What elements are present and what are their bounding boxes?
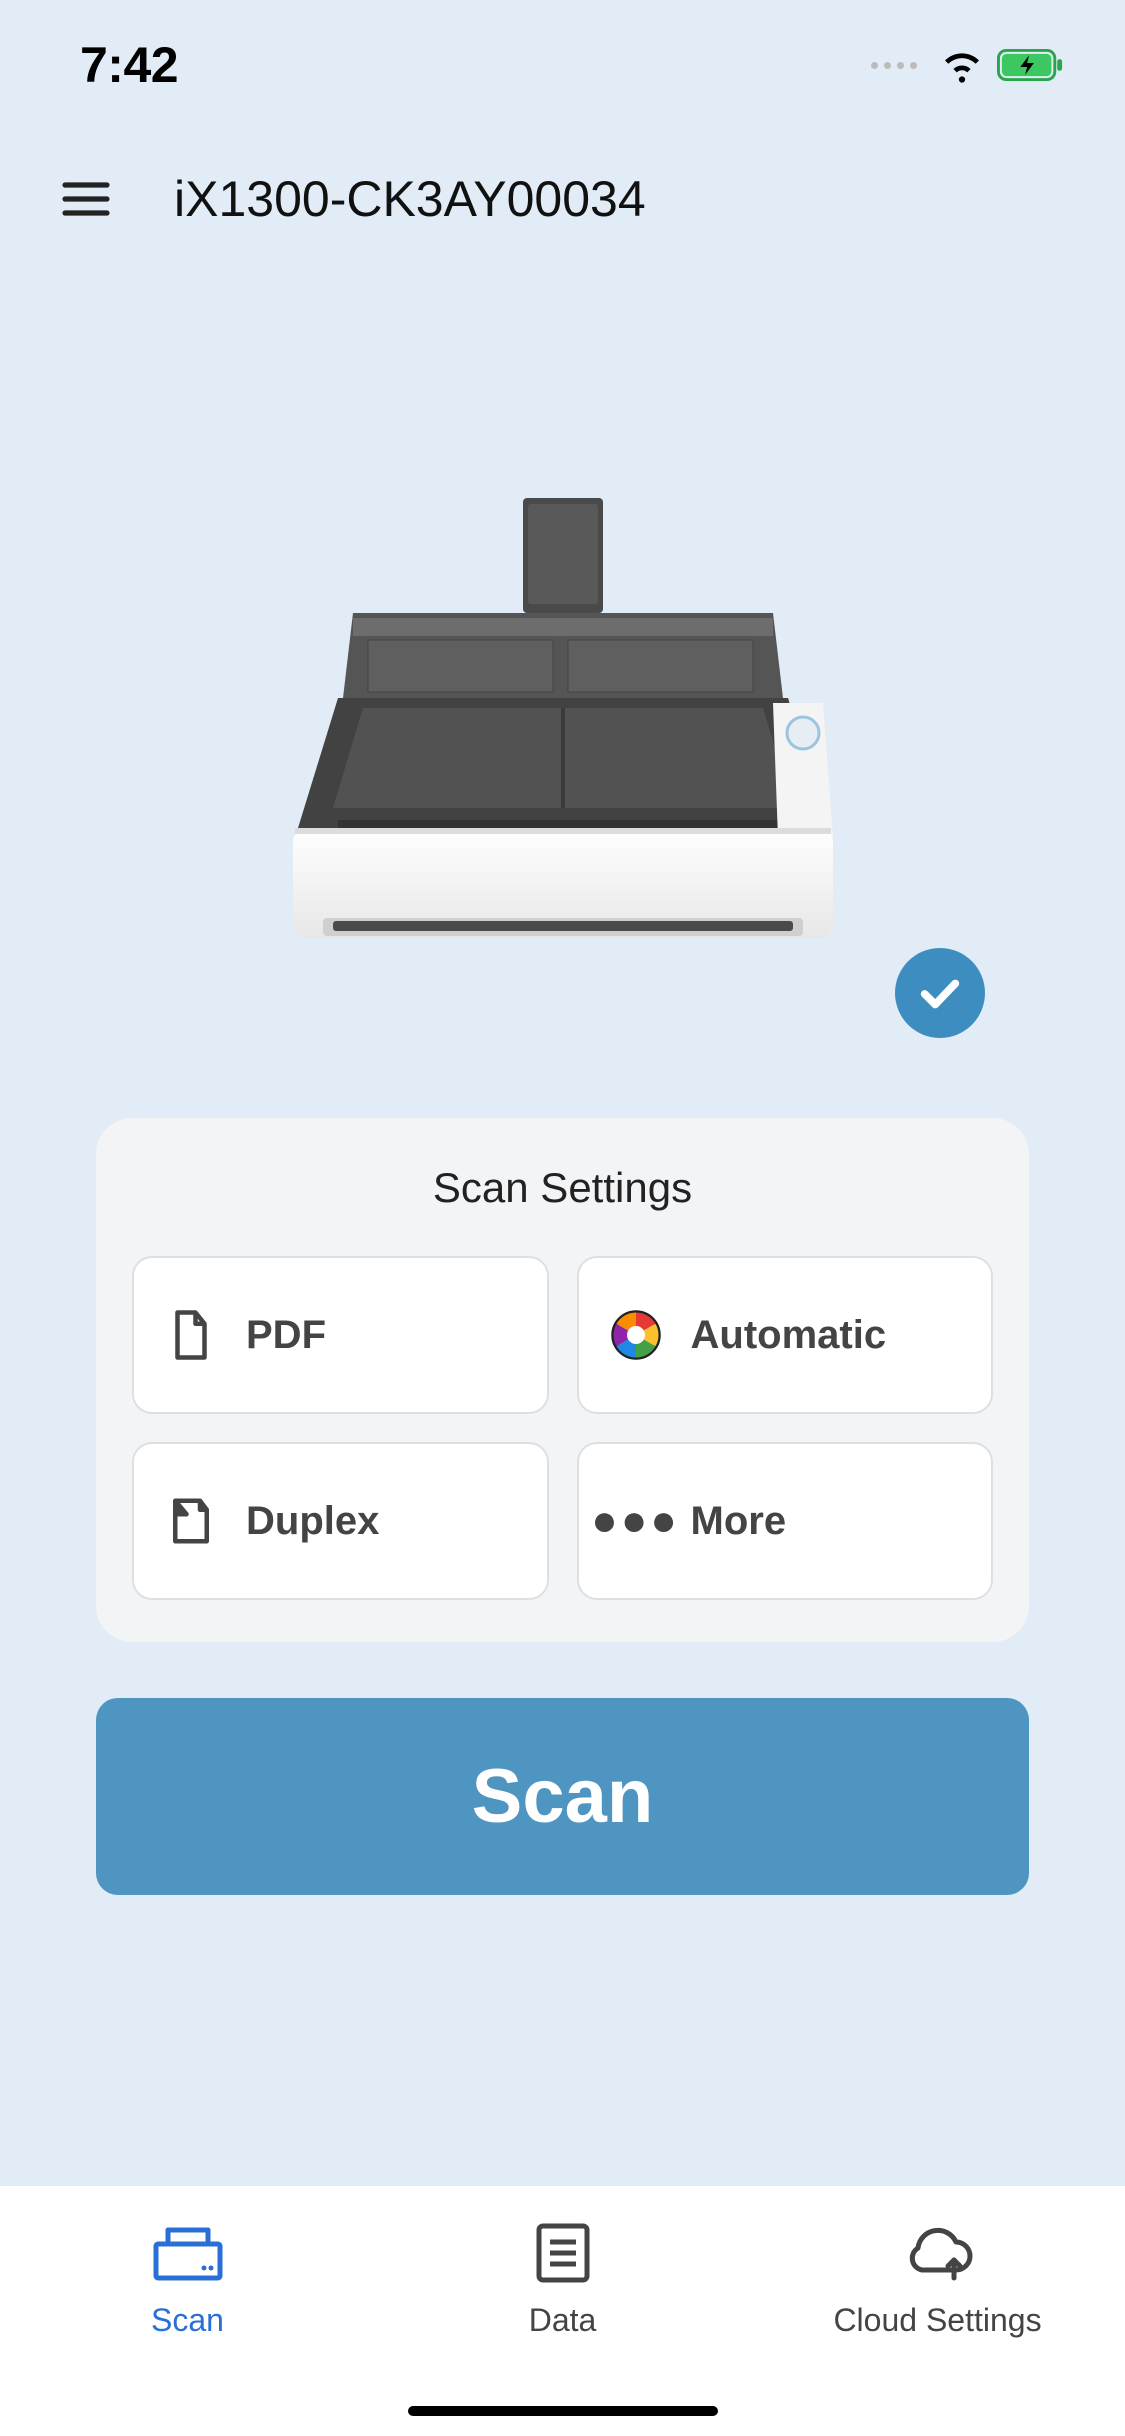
home-indicator (408, 2406, 718, 2416)
battery-charging-icon (997, 47, 1065, 83)
tab-cloud-label: Cloud Settings (833, 2302, 1041, 2339)
wifi-icon (941, 44, 983, 86)
setting-side-label: Duplex (246, 1499, 379, 1544)
tab-bar: Scan Data Cloud Settings (0, 2186, 1125, 2436)
scanner-image (273, 498, 853, 1028)
scan-settings-card: Scan Settings PDF (96, 1118, 1029, 1642)
scan-button-label: Scan (472, 1753, 654, 1840)
cloud-tab-icon (898, 2220, 978, 2286)
tab-scan-label: Scan (151, 2302, 224, 2339)
setting-color-label: Automatic (691, 1313, 887, 1358)
checkmark-icon (917, 970, 963, 1016)
tab-data-label: Data (529, 2302, 597, 2339)
setting-color-tile[interactable]: Automatic (577, 1256, 994, 1414)
scanner-status-badge (895, 948, 985, 1038)
data-tab-icon (523, 2220, 603, 2286)
status-indicators (871, 44, 1065, 86)
tab-cloud-settings[interactable]: Cloud Settings (750, 2186, 1125, 2436)
setting-format-label: PDF (246, 1313, 326, 1358)
scanner-image-area (0, 498, 1125, 1028)
status-time: 7:42 (80, 36, 178, 94)
setting-format-tile[interactable]: PDF (132, 1256, 549, 1414)
more-icon: ●●● (609, 1494, 663, 1548)
scan-tab-icon (148, 2220, 228, 2286)
tab-data[interactable]: Data (375, 2186, 750, 2436)
scan-settings-grid: PDF Automatic (132, 1256, 993, 1600)
file-icon (164, 1308, 218, 1362)
setting-side-tile[interactable]: Duplex (132, 1442, 549, 1600)
setting-more-tile[interactable]: ●●● More (577, 1442, 994, 1600)
app-header: iX1300-CK3AY00034 (0, 130, 1125, 248)
duplex-icon (164, 1494, 218, 1548)
device-name: iX1300-CK3AY00034 (174, 170, 646, 228)
setting-more-label: More (691, 1499, 787, 1544)
cellular-dots-icon (871, 62, 917, 69)
scan-button[interactable]: Scan (96, 1698, 1029, 1895)
menu-button[interactable] (58, 171, 114, 227)
color-wheel-icon (609, 1308, 663, 1362)
tab-scan[interactable]: Scan (0, 2186, 375, 2436)
status-bar: 7:42 (0, 0, 1125, 130)
scan-settings-title: Scan Settings (132, 1164, 993, 1212)
